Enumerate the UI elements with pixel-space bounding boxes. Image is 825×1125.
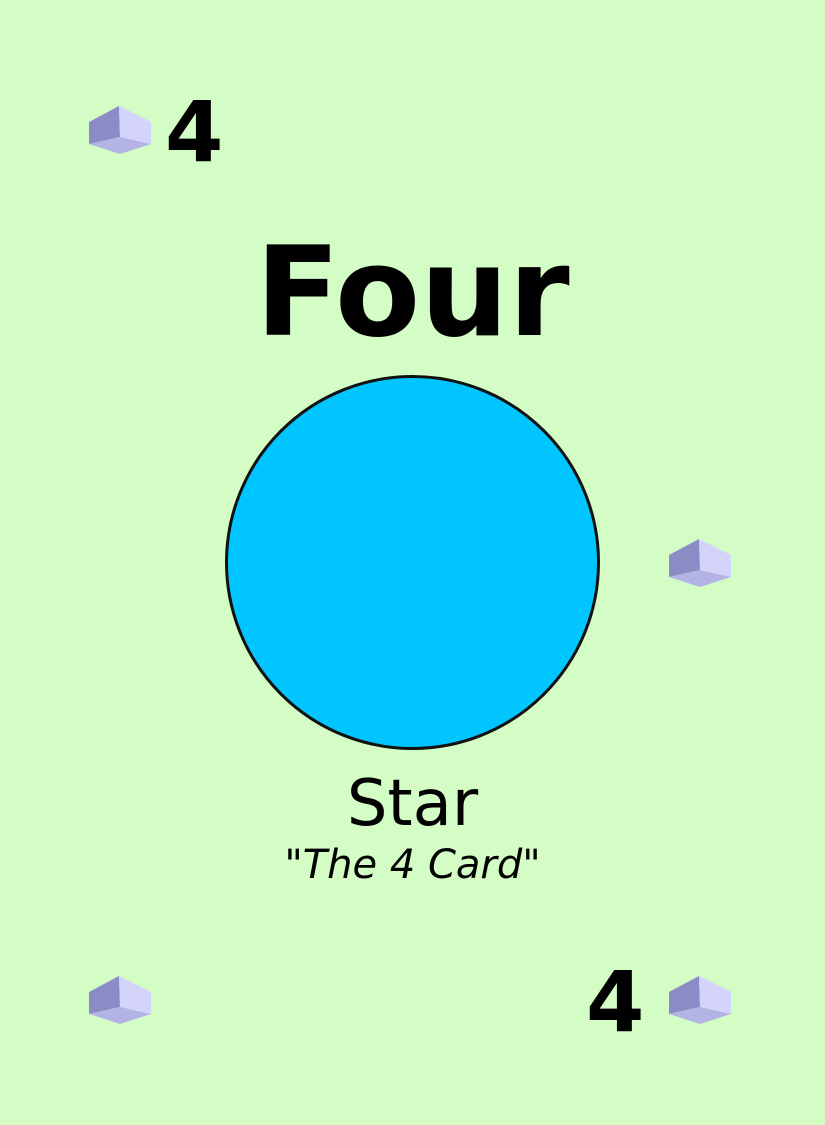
subtitle-quote-open: " [284, 842, 303, 888]
gem-icon-graphic [89, 976, 151, 1024]
gem-icon [89, 974, 151, 1024]
circle-icon [224, 374, 601, 751]
gem-icon [669, 974, 731, 1024]
gem-icon [669, 537, 731, 587]
rank-top: 4 [165, 83, 224, 181]
gem-icon-graphic [669, 539, 731, 587]
rank-bottom: 4 [586, 953, 645, 1051]
subtitle-quote-close: " [522, 842, 541, 888]
card-name: Star [346, 767, 479, 841]
subtitle-text: The 4 Card [302, 842, 523, 888]
gem-icon-graphic [669, 976, 731, 1024]
playing-card[interactable]: 4 Four Star "The 4 Card" 4 [0, 0, 825, 1125]
card-title: Four [255, 221, 570, 365]
gem-icon [89, 104, 151, 154]
center-circle [225, 375, 600, 750]
gem-icon-graphic [89, 106, 151, 154]
card-subtitle: "The 4 Card" [0, 843, 825, 887]
